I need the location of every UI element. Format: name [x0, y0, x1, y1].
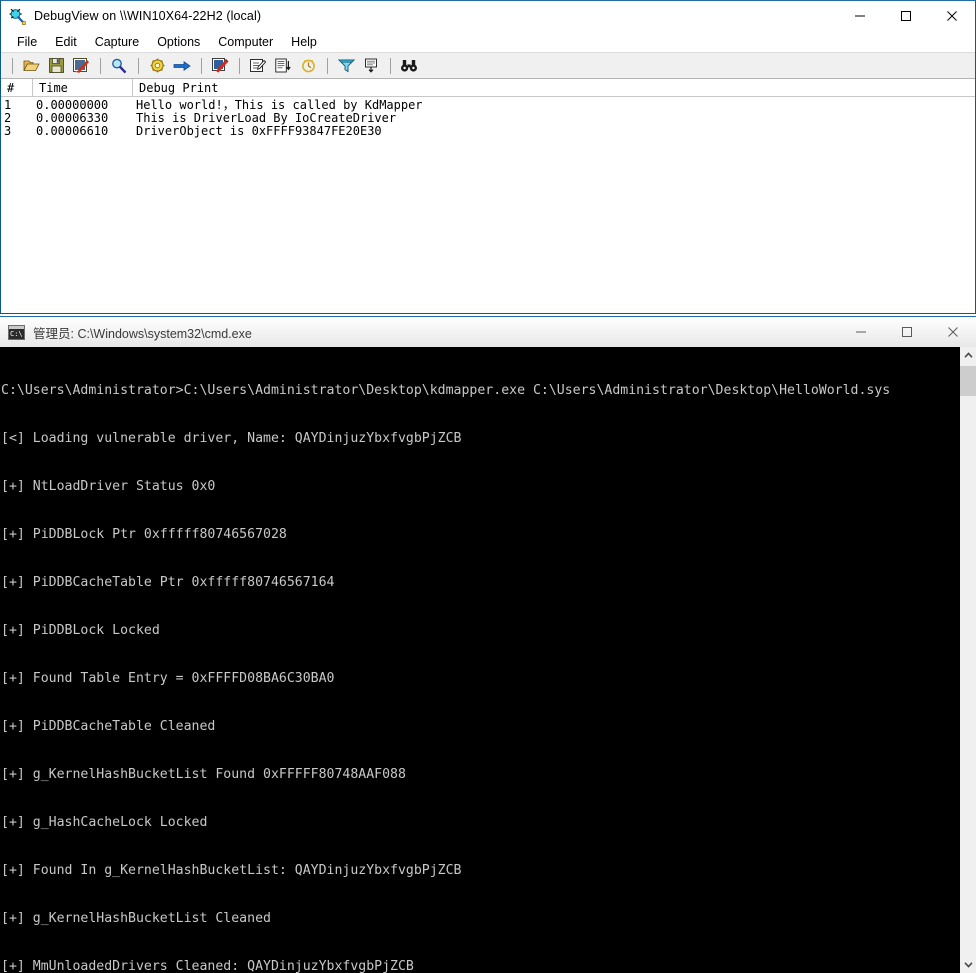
toolbar-separator — [327, 57, 328, 74]
toolbar-separator — [201, 57, 202, 74]
filter-icon — [337, 59, 355, 73]
cmd-titlebar[interactable]: 管理员: C:\Windows\system32\cmd.exe — [0, 316, 976, 347]
capture-events-button[interactable] — [208, 55, 232, 77]
open-icon — [22, 60, 40, 71]
column-header-index[interactable]: # — [1, 79, 33, 96]
capture-win32-icon — [150, 58, 164, 73]
console-line: [+] g_KernelHashBucketList Cleaned — [1, 911, 271, 926]
capture-kernel-icon — [173, 60, 191, 71]
maximize-button[interactable] — [884, 317, 930, 347]
scroll-down-button[interactable] — [960, 956, 976, 973]
console-line: [+] NtLoadDriver Status 0x0 — [1, 479, 216, 494]
debugview-titlebar[interactable]: DebugView on \\WIN10X64-22H2 (local) — [1, 1, 975, 31]
debugview-title-label: DebugView on \\WIN10X64-22H2 (local) — [34, 9, 262, 23]
console-line: [+] PiDDBCacheTable Cleaned — [1, 719, 216, 734]
minimize-icon — [856, 331, 866, 333]
find-icon — [112, 58, 127, 73]
console-line: [+] MmUnloadedDrivers Cleaned: QAYDinjuz… — [1, 959, 414, 973]
open-button[interactable] — [19, 55, 43, 77]
maximize-button[interactable] — [883, 1, 929, 31]
close-icon — [947, 11, 957, 21]
binoculars-icon — [401, 59, 417, 72]
capture-kernel-button[interactable] — [170, 55, 194, 77]
chevron-down-icon — [963, 962, 973, 968]
find-next-button[interactable] — [397, 55, 421, 77]
close-button[interactable] — [929, 1, 975, 31]
maximize-icon — [901, 11, 911, 21]
console-line: [+] Found In g_KernelHashBucketList: QAY… — [1, 863, 462, 878]
chevron-up-icon — [963, 352, 973, 358]
clock-button[interactable] — [296, 55, 320, 77]
menu-item-options[interactable]: Options — [149, 33, 208, 51]
log-to-file-button[interactable] — [271, 55, 295, 77]
console-line: [+] g_KernelHashBucketList Found 0xFFFFF… — [1, 767, 406, 782]
scroll-up-button[interactable] — [960, 347, 976, 364]
debugview-window: DebugView on \\WIN10X64-22H2 (local) Fil… — [0, 0, 976, 314]
highlight-icon — [250, 59, 266, 72]
find-button[interactable] — [107, 55, 131, 77]
menu-item-computer[interactable]: Computer — [210, 33, 281, 51]
autoscroll-button[interactable] — [359, 55, 383, 77]
debugview-output-list[interactable]: # Time Debug Print 1 0.00000000 Hello wo… — [1, 79, 975, 313]
debugview-column-headers: # Time Debug Print — [1, 79, 975, 97]
cmd-title-label: 管理员: C:\Windows\system32\cmd.exe — [33, 326, 252, 341]
console-scrollbar[interactable] — [959, 347, 976, 973]
menu-item-file[interactable]: File — [9, 33, 45, 51]
filter-button[interactable] — [334, 55, 358, 77]
scrollbar-track[interactable] — [960, 364, 976, 956]
capture-events-icon — [211, 58, 228, 73]
menu-item-capture[interactable]: Capture — [87, 33, 147, 51]
save-icon — [48, 58, 64, 73]
row-time: 0.00006610 — [36, 124, 109, 139]
scrollbar-thumb[interactable] — [960, 366, 976, 396]
menu-item-edit[interactable]: Edit — [47, 33, 85, 51]
clock-icon — [301, 59, 315, 73]
console-line: [<] Loading vulnerable driver, Name: QAY… — [1, 431, 462, 446]
column-header-message[interactable]: Debug Print — [133, 79, 975, 96]
console-line: [+] PiDDBCacheTable Ptr 0xfffff807465671… — [1, 575, 335, 590]
debugview-menubar: File Edit Capture Options Computer Help — [1, 31, 975, 53]
console-line: C:\Users\Administrator>C:\Users\Administ… — [1, 383, 891, 398]
autoscroll-icon — [365, 58, 377, 73]
console-line: [+] PiDDBLock Ptr 0xfffff80746567028 — [1, 527, 287, 542]
toolbar-separator — [138, 57, 139, 74]
minimize-icon — [855, 15, 865, 17]
toolbar-separator — [239, 57, 240, 74]
console-icon[interactable] — [8, 324, 25, 340]
toolbar-separator — [390, 57, 391, 74]
table-row[interactable]: 3 0.00006610 DriverObject is 0xFFFF93847… — [1, 125, 975, 138]
log-to-file-icon — [275, 58, 291, 73]
minimize-button[interactable] — [838, 317, 884, 347]
console-line: [+] Found Table Entry = 0xFFFFD08BA6C30B… — [1, 671, 335, 686]
column-header-time[interactable]: Time — [33, 79, 133, 96]
clear-button[interactable] — [69, 55, 93, 77]
debugview-toolbar — [1, 53, 975, 79]
console-line: [+] PiDDBLock Locked — [1, 623, 160, 638]
toolbar-separator — [100, 57, 101, 74]
toolbar-separator — [12, 57, 13, 74]
debugview-window-controls — [837, 1, 975, 31]
close-button[interactable] — [930, 317, 976, 347]
clear-icon — [73, 58, 89, 73]
row-message: DriverObject is 0xFFFF93847FE20E30 — [136, 124, 382, 139]
console-output[interactable]: C:\Users\Administrator>C:\Users\Administ… — [0, 347, 959, 973]
minimize-button[interactable] — [837, 1, 883, 31]
menu-item-help[interactable]: Help — [283, 33, 325, 51]
cmd-window-controls — [838, 317, 976, 347]
bug-magnifier-icon[interactable] — [8, 7, 26, 25]
command-prompt-window: 管理员: C:\Windows\system32\cmd.exe — [0, 316, 976, 973]
maximize-icon — [902, 327, 912, 337]
console-line: [+] g_HashCacheLock Locked — [1, 815, 208, 830]
save-button[interactable] — [44, 55, 68, 77]
debugview-rows: 1 0.00000000 Hello world!，This is called… — [1, 97, 975, 313]
capture-win32-button[interactable] — [145, 55, 169, 77]
row-index: 3 — [4, 124, 12, 139]
highlight-button[interactable] — [246, 55, 270, 77]
close-icon — [948, 327, 958, 337]
cmd-body: C:\Users\Administrator>C:\Users\Administ… — [0, 347, 976, 973]
